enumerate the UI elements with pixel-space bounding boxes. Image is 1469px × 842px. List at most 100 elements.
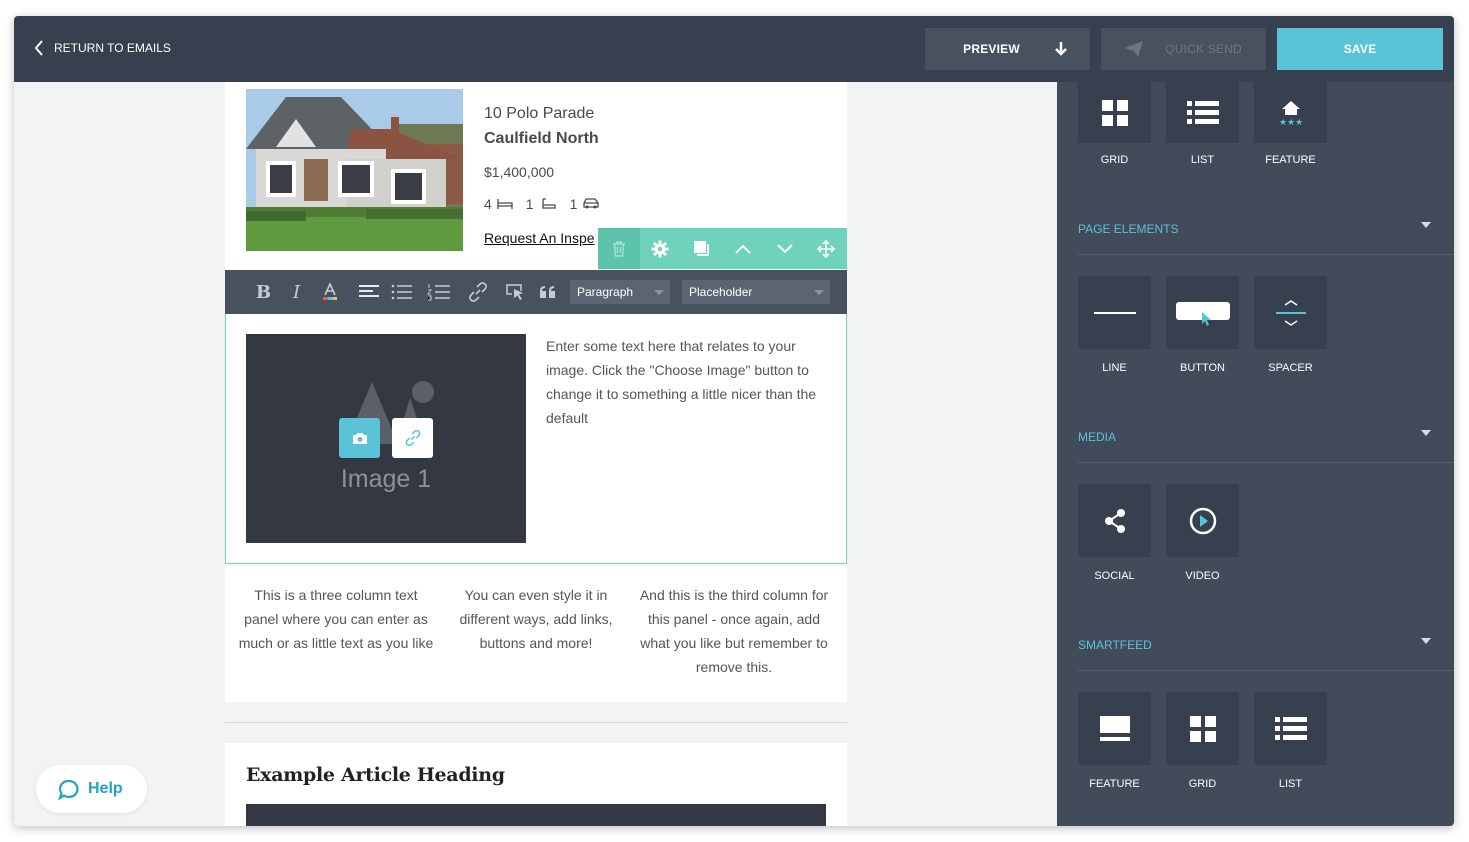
- bullet-list-icon: [391, 284, 412, 300]
- quote-icon: [539, 286, 555, 298]
- line-tile-label: LINE: [1102, 362, 1127, 374]
- duplicate-icon: [693, 240, 709, 256]
- section-divider: [1078, 254, 1454, 255]
- return-to-emails-label: RETURN TO EMAILS: [54, 41, 171, 55]
- three-column-text-block[interactable]: This is a three column text panel where …: [225, 566, 847, 702]
- share-icon: [1104, 508, 1125, 533]
- article-heading[interactable]: Example Article Heading: [246, 764, 505, 786]
- text-color-button[interactable]: [313, 279, 346, 305]
- list-tile-label: LIST: [1190, 154, 1215, 166]
- chat-bubble-icon: [58, 779, 79, 800]
- smartfeed-grid-label: GRID: [1188, 778, 1217, 790]
- link-icon: [405, 429, 420, 447]
- grid-block-tile[interactable]: [1078, 70, 1151, 143]
- text-editor-toolbar: B I Paragraph Placeholder: [225, 270, 847, 314]
- placeholder-select[interactable]: Placeholder: [682, 280, 830, 304]
- help-button[interactable]: Help: [36, 765, 147, 813]
- house-image: [246, 89, 463, 251]
- grid-icon: [1101, 99, 1128, 126]
- bath-icon: [541, 198, 556, 209]
- button-block-tile[interactable]: [1166, 276, 1239, 349]
- video-block-tile[interactable]: [1166, 484, 1239, 557]
- image-placeholder[interactable]: Image 1: [246, 334, 526, 543]
- help-label: Help: [88, 780, 123, 797]
- drag-block-handle[interactable]: [806, 228, 848, 269]
- save-button[interactable]: SAVE: [1277, 28, 1443, 70]
- article-block[interactable]: Example Article Heading: [225, 743, 847, 826]
- page-elements-section-header[interactable]: PAGE ELEMENTS: [1078, 222, 1178, 236]
- dropdown-caret-icon: [654, 290, 664, 295]
- property-photo: [246, 89, 463, 251]
- list-icon: [1186, 100, 1219, 124]
- move-block-down-button[interactable]: [764, 228, 806, 269]
- line-icon: [1093, 311, 1136, 314]
- align-left-icon: [358, 285, 379, 297]
- feature-block-tile[interactable]: ★★★: [1254, 70, 1327, 143]
- paper-plane-icon: [1125, 41, 1144, 57]
- blockquote-button[interactable]: [531, 279, 564, 305]
- numbered-list-button[interactable]: [422, 279, 455, 305]
- bold-button[interactable]: B: [247, 279, 280, 305]
- request-inspection-link[interactable]: Request An Inspe: [484, 230, 595, 246]
- image-link-button[interactable]: [392, 418, 433, 458]
- align-button[interactable]: [352, 279, 385, 305]
- quick-send-label: QUICK SEND: [1165, 42, 1242, 56]
- paragraph-format-select[interactable]: Paragraph: [570, 280, 670, 304]
- move-arrows-icon: [817, 239, 836, 258]
- quick-send-button[interactable]: QUICK SEND: [1101, 28, 1266, 70]
- collapse-arrow-icon[interactable]: [1421, 638, 1431, 644]
- gear-icon: [651, 240, 669, 257]
- column-1-text[interactable]: This is a three column text panel where …: [238, 583, 434, 655]
- smartfeed-grid-tile[interactable]: [1166, 692, 1239, 765]
- svg-text:★★★: ★★★: [1279, 118, 1303, 126]
- collapse-arrow-icon[interactable]: [1421, 430, 1431, 436]
- line-block-tile[interactable]: [1078, 276, 1151, 349]
- block-settings-button[interactable]: [640, 228, 682, 269]
- insert-link-button[interactable]: [461, 279, 494, 305]
- preview-label: PREVIEW: [963, 42, 1020, 56]
- link-icon: [468, 282, 487, 302]
- duplicate-block-button[interactable]: [681, 228, 723, 269]
- property-listing-block[interactable]: 10 Polo Parade Caulfield North $1,400,00…: [225, 82, 847, 271]
- bullet-list-button[interactable]: [385, 279, 418, 305]
- feature-layout-icon: [1099, 715, 1130, 741]
- image-label: Image 1: [340, 465, 432, 493]
- editor-window: RETURN TO EMAILS PREVIEW QUICK SEND SAVE: [14, 16, 1454, 826]
- move-block-up-button[interactable]: [723, 228, 765, 269]
- paragraph-format-value: Paragraph: [577, 285, 634, 299]
- collapse-arrow-icon[interactable]: [1421, 222, 1431, 228]
- divider: [225, 722, 847, 723]
- column-3-text[interactable]: And this is the third column for this pa…: [636, 583, 832, 679]
- list-icon: [1274, 716, 1307, 740]
- trash-icon: [612, 240, 625, 257]
- list-block-tile[interactable]: [1166, 70, 1239, 143]
- bold-icon: B: [255, 281, 272, 303]
- image-placeholder-graphic: [346, 381, 434, 444]
- social-block-tile[interactable]: [1078, 484, 1151, 557]
- article-image-placeholder[interactable]: [246, 804, 826, 826]
- video-tile-label: VIDEO: [1185, 570, 1220, 582]
- car-count: 1: [569, 196, 578, 212]
- feature-house-icon: ★★★: [1279, 100, 1303, 126]
- return-to-emails-button[interactable]: RETURN TO EMAILS: [34, 40, 171, 56]
- spacer-block-tile[interactable]: [1254, 276, 1327, 349]
- italic-button[interactable]: I: [280, 279, 313, 305]
- chevron-down-icon: [777, 243, 793, 253]
- insert-button-button[interactable]: [498, 279, 531, 305]
- property-suburb: Caulfield North: [484, 130, 599, 147]
- smartfeed-feature-tile[interactable]: [1078, 692, 1151, 765]
- media-section-header[interactable]: MEDIA: [1078, 430, 1116, 444]
- save-label: SAVE: [1343, 42, 1377, 56]
- image-description-text[interactable]: Enter some text here that relates to you…: [546, 334, 831, 430]
- smartfeed-list-tile[interactable]: [1254, 692, 1327, 765]
- column-2-text[interactable]: You can even style it in different ways,…: [438, 583, 634, 655]
- choose-image-button[interactable]: [339, 418, 380, 458]
- delete-block-button[interactable]: [598, 228, 640, 269]
- section-divider: [1078, 670, 1454, 671]
- image-text-block[interactable]: Image 1 Enter some text here that relate…: [225, 314, 847, 564]
- section-divider: [1078, 462, 1454, 463]
- property-features: 4 1 1: [484, 196, 600, 212]
- smartfeed-section-header[interactable]: SMARTFEED: [1078, 638, 1152, 652]
- numbered-list-icon: [426, 284, 450, 301]
- preview-button[interactable]: PREVIEW: [925, 28, 1090, 70]
